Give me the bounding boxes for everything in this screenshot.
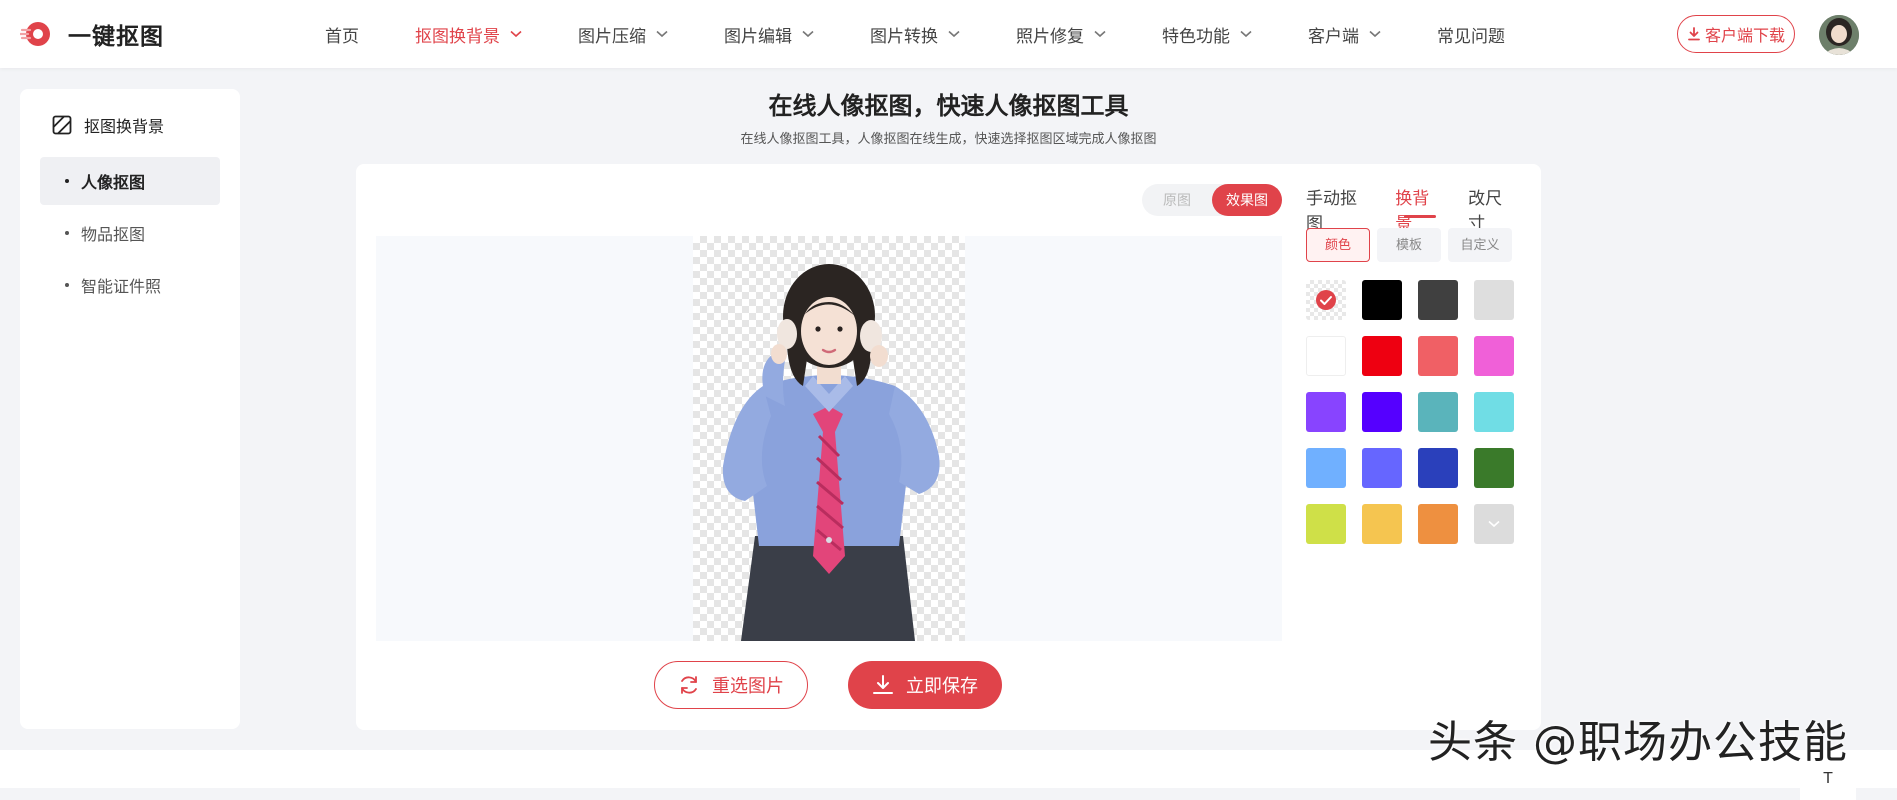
swatch-color[interactable] <box>1362 336 1402 376</box>
sidebar-item-id-photo[interactable]: 智能证件照 <box>40 261 220 309</box>
nav-item-3[interactable]: 图片编辑 <box>724 22 814 47</box>
bullet-icon <box>65 283 69 287</box>
page-subtitle: 在线人像抠图工具，人像抠图在线生成，快速选择抠图区域完成人像抠图 <box>740 131 1157 146</box>
swatch-color[interactable] <box>1362 392 1402 432</box>
nav-item-label: 照片修复 <box>1016 26 1084 46</box>
swatch-color[interactable] <box>1362 280 1402 320</box>
swatch-color[interactable] <box>1474 280 1514 320</box>
swatch-color[interactable] <box>1306 392 1346 432</box>
tab-change-background[interactable]: 换背景 <box>1395 184 1444 233</box>
chevron-down-icon <box>1240 30 1252 38</box>
nav-item-label: 图片转换 <box>870 26 938 46</box>
back-to-top-button[interactable]: T <box>1800 770 1856 800</box>
check-circle-icon <box>1316 290 1336 310</box>
nav-item-label: 图片压缩 <box>578 26 646 46</box>
client-download-label: 客户端下载 <box>1704 28 1785 45</box>
nav-item-0[interactable]: 首页 <box>325 22 359 47</box>
swatch-color[interactable] <box>1474 448 1514 488</box>
toggle-result[interactable]: 效果图 <box>1212 184 1282 216</box>
chevron-down-icon <box>1369 30 1381 38</box>
sidebar-item-object-cutout[interactable]: 物品抠图 <box>40 209 220 257</box>
sidebar-item-portrait-cutout[interactable]: 人像抠图 <box>40 157 220 205</box>
swatch-transparent[interactable] <box>1306 280 1346 320</box>
tab-resize[interactable]: 改尺寸 <box>1468 184 1517 233</box>
cutout-preview <box>693 236 965 641</box>
sidebar-item-label: 人像抠图 <box>81 175 146 192</box>
tab-manual-cutout[interactable]: 手动抠图 <box>1306 184 1371 233</box>
logo-icon <box>18 20 56 48</box>
nav-item-7[interactable]: 客户端 <box>1308 22 1381 47</box>
reselect-image-label: 重选图片 <box>712 676 784 696</box>
swatch-color[interactable] <box>1418 448 1458 488</box>
nav-item-label: 抠图换背景 <box>415 26 500 46</box>
sidebar-item-label: 物品抠图 <box>81 227 146 244</box>
panel-tabs: 手动抠图 换背景 改尺寸 <box>1306 184 1541 233</box>
subtab-color[interactable]: 颜色 <box>1306 228 1370 262</box>
view-toggle: 原图 效果图 <box>1142 184 1282 216</box>
swatch-color[interactable] <box>1474 392 1514 432</box>
nav-item-label: 常见问题 <box>1437 26 1505 46</box>
swatch-color[interactable] <box>1306 448 1346 488</box>
nav-item-4[interactable]: 图片转换 <box>870 22 960 47</box>
chevron-down-icon <box>656 30 668 38</box>
editor-card: 原图 效果图 重选图片 立即保存 手动抠图 换背景 改尺寸 颜色 模板 自定义 <box>356 164 1541 730</box>
main-nav: 首页 抠图换背景 图片压缩 图片编辑 图片转换 照片修复 特色功能 客户端 常见问题 <box>325 0 1561 68</box>
nav-item-label: 图片编辑 <box>724 26 792 46</box>
reselect-image-button[interactable]: 重选图片 <box>654 661 808 709</box>
bullet-icon <box>65 179 69 183</box>
watermark-text: 头条 @职场办公技能 <box>1428 717 1848 768</box>
nav-item-label: 特色功能 <box>1162 26 1230 46</box>
swatch-color[interactable] <box>1362 448 1402 488</box>
swatch-color[interactable] <box>1474 336 1514 376</box>
nav-item-5[interactable]: 照片修复 <box>1016 22 1106 47</box>
chevron-down-icon <box>1094 30 1106 38</box>
download-icon <box>873 675 893 694</box>
swatch-color[interactable] <box>1418 336 1458 376</box>
nav-item-6[interactable]: 特色功能 <box>1162 22 1252 47</box>
sidebar-item-label: 智能证件照 <box>81 279 162 296</box>
nav-item-8[interactable]: 常见问题 <box>1437 22 1505 47</box>
chevron-down-icon <box>948 30 960 38</box>
client-download-button[interactable]: 客户端下载 <box>1677 15 1795 53</box>
toggle-original[interactable]: 原图 <box>1142 184 1212 216</box>
preview-stage <box>376 236 1282 641</box>
bullet-icon <box>65 231 69 235</box>
nav-item-label: 首页 <box>325 26 359 46</box>
logo-text: 一键抠图 <box>68 23 164 49</box>
refresh-icon <box>681 676 697 694</box>
swatch-color[interactable] <box>1418 504 1458 544</box>
swatch-more[interactable] <box>1474 504 1514 544</box>
save-now-button[interactable]: 立即保存 <box>848 661 1002 709</box>
swatch-color[interactable] <box>1418 392 1458 432</box>
save-now-label: 立即保存 <box>906 676 978 696</box>
avatar-image <box>1819 15 1859 55</box>
user-avatar[interactable] <box>1819 15 1859 55</box>
top-navigation-bar: 一键抠图 首页 抠图换背景 图片压缩 图片编辑 图片转换 照片修复 特色功能 客户端 常见问题 … <box>0 0 1897 68</box>
chevron-down-icon <box>802 30 814 38</box>
subtab-template[interactable]: 模板 <box>1377 228 1441 262</box>
swatch-color[interactable] <box>1418 280 1458 320</box>
chevron-down-icon <box>1488 520 1500 528</box>
sidebar: 抠图换背景 人像抠图 物品抠图 智能证件照 <box>20 89 240 729</box>
background-subtabs: 颜色 模板 自定义 <box>1306 228 1519 262</box>
swatch-color[interactable] <box>1306 336 1346 376</box>
page-title: 在线人像抠图，快速人像抠图工具 <box>768 93 1129 120</box>
nav-item-2[interactable]: 图片压缩 <box>578 22 668 47</box>
portrait-cutout-image <box>722 264 940 641</box>
chevron-down-icon <box>510 30 522 38</box>
swatch-color[interactable] <box>1362 504 1402 544</box>
download-icon <box>1688 27 1700 41</box>
site-logo[interactable]: 一键抠图 <box>18 17 164 51</box>
nav-item-label: 客户端 <box>1308 26 1359 46</box>
subtab-custom[interactable]: 自定义 <box>1448 228 1512 262</box>
nav-item-1[interactable]: 抠图换背景 <box>415 22 522 47</box>
swatch-color[interactable] <box>1306 504 1346 544</box>
